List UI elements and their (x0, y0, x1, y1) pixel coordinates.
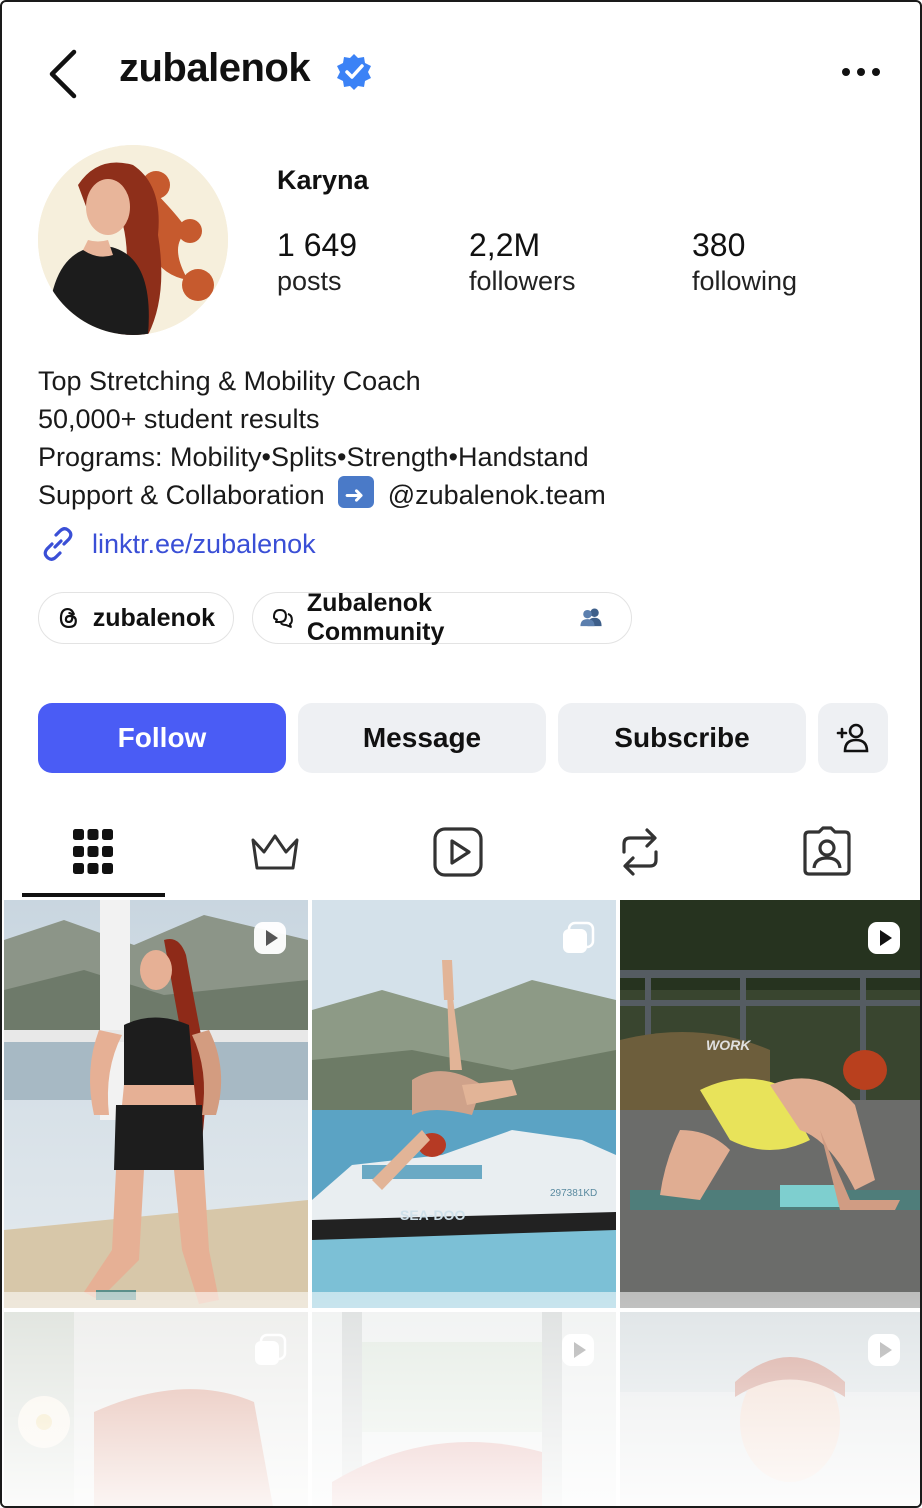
posts-stat[interactable]: 1 649 posts (277, 226, 357, 298)
link-text: linktr.ee/zubalenok (92, 528, 316, 559)
follow-button[interactable]: Follow (38, 703, 286, 773)
community-chip[interactable]: Zubalenok Community (252, 589, 632, 646)
grid-icon (73, 829, 113, 874)
active-tab-indicator (22, 893, 165, 897)
community-chat-icon (272, 609, 293, 628)
community-chip-label: Zubalenok Community (306, 589, 445, 646)
chevron-left-icon (49, 49, 77, 99)
posts-label: posts (277, 266, 342, 296)
crown-icon (251, 834, 299, 870)
posts-count: 1 649 (277, 227, 358, 263)
profile-screen: zubalenok Karyna 1 649 posts 2,2M follow… (0, 0, 922, 1508)
tagged-icon (803, 826, 851, 876)
grid-post[interactable] (4, 900, 308, 1308)
tab-reposts[interactable] (565, 810, 715, 894)
suggested-accounts-button[interactable] (818, 703, 888, 773)
following-label: following (692, 266, 798, 296)
grid-post[interactable] (312, 1312, 616, 1506)
bio-line: Top Stretching & Mobility Coach (38, 366, 421, 396)
followers-stat[interactable]: 2,2M followers (469, 226, 576, 298)
more-options-button[interactable] (832, 54, 888, 90)
bio-line: Programs: Mobility•Splits•Strength•Hands… (38, 442, 589, 472)
post-thumbnail (4, 900, 308, 1308)
verified-badge-icon (337, 54, 371, 90)
graffiti-work-text: WORK (706, 1037, 751, 1053)
bio-line: 50,000+ student results (38, 404, 320, 434)
carousel-badge-icon (563, 921, 595, 953)
grid-post[interactable]: WORK (620, 900, 920, 1308)
profile-link[interactable]: linktr.ee/zubalenok (38, 524, 316, 564)
display-name: Karyna (277, 165, 369, 195)
avatar-image (38, 145, 228, 335)
grid-post[interactable] (4, 1312, 308, 1506)
people-emoji-icon (579, 605, 613, 631)
jetski-brand-text: SEA-DOO (400, 1207, 465, 1223)
reel-badge-icon (868, 922, 900, 954)
add-person-icon (836, 723, 869, 753)
reel-badge-icon (562, 1334, 594, 1366)
following-count: 380 (692, 227, 746, 263)
profile-header: zubalenok (2, 32, 920, 112)
reels-icon (433, 827, 483, 877)
team-mention-link[interactable]: @zubalenok.team (388, 480, 606, 510)
reposts-icon (622, 828, 658, 876)
tab-tagged[interactable] (752, 810, 902, 894)
grid-post[interactable] (620, 1312, 920, 1506)
jetski-number-text: 297381KD (550, 1188, 597, 1199)
back-button[interactable] (40, 44, 90, 100)
threads-chip-label: zubalenok (92, 603, 215, 632)
threads-icon (59, 608, 77, 628)
post-thumbnail: SEA-DOO 297381KD (312, 900, 616, 1308)
profile-avatar[interactable] (38, 145, 228, 335)
profile-username: zubalenok (119, 46, 311, 90)
right-arrow-emoji-icon (338, 476, 375, 514)
tab-subscriber-content[interactable] (200, 810, 350, 894)
followers-count: 2,2M (469, 227, 541, 263)
profile-bio: Top Stretching & Mobility Coach 50,000+ … (38, 362, 606, 514)
carousel-badge-icon (255, 1333, 287, 1365)
threads-chip[interactable]: zubalenok (38, 592, 234, 644)
reel-badge-icon (868, 1334, 900, 1366)
reel-badge-icon (254, 922, 286, 954)
tab-reels[interactable] (383, 810, 533, 894)
following-stat[interactable]: 380 following (692, 226, 797, 298)
grid-post[interactable]: SEA-DOO 297381KD (312, 900, 616, 1308)
followers-label: followers (469, 266, 576, 296)
tab-posts-grid[interactable] (18, 810, 168, 894)
message-button[interactable]: Message (298, 703, 546, 773)
post-thumbnail: WORK (620, 900, 920, 1308)
bio-line-support: Support & Collaboration @zubalenok.team (38, 476, 606, 514)
profile-tabs (2, 810, 920, 900)
subscribe-button[interactable]: Subscribe (558, 703, 806, 773)
more-dots-icon (842, 68, 880, 76)
bio-support-text: Support & Collaboration (38, 480, 325, 510)
link-icon (43, 527, 73, 561)
